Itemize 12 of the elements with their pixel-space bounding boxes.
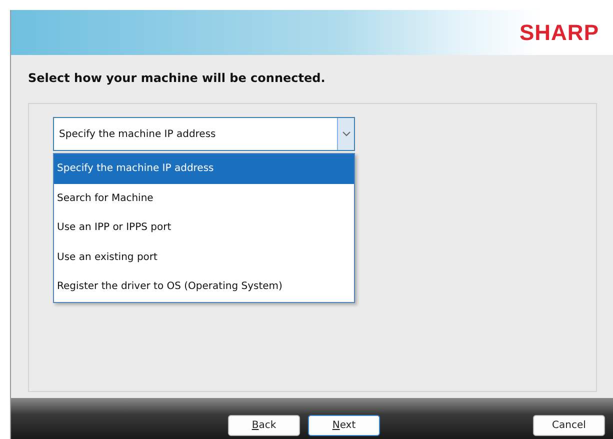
dropdown-option[interactable]: Specify the machine IP address	[54, 154, 354, 184]
dialog-button[interactable]: Cancel	[533, 415, 605, 436]
chevron-down-icon[interactable]	[337, 118, 354, 150]
dropdown-option[interactable]: Register the driver to OS (Operating System)	[54, 272, 354, 302]
connection-dropdown[interactable]: Specify the machine IP address	[53, 117, 355, 151]
dropdown-option[interactable]: Use an IPP or IPPS port	[54, 213, 354, 243]
dropdown-option[interactable]: Search for Machine	[54, 184, 354, 214]
logo: SHARP	[519, 20, 599, 46]
dialog-button[interactable]: Next	[308, 415, 380, 436]
dropdown-option[interactable]: Use an existing port	[54, 242, 354, 272]
dialog-button[interactable]: Back	[228, 415, 300, 436]
instruction-text: Select how your machine will be connected.	[28, 71, 326, 85]
